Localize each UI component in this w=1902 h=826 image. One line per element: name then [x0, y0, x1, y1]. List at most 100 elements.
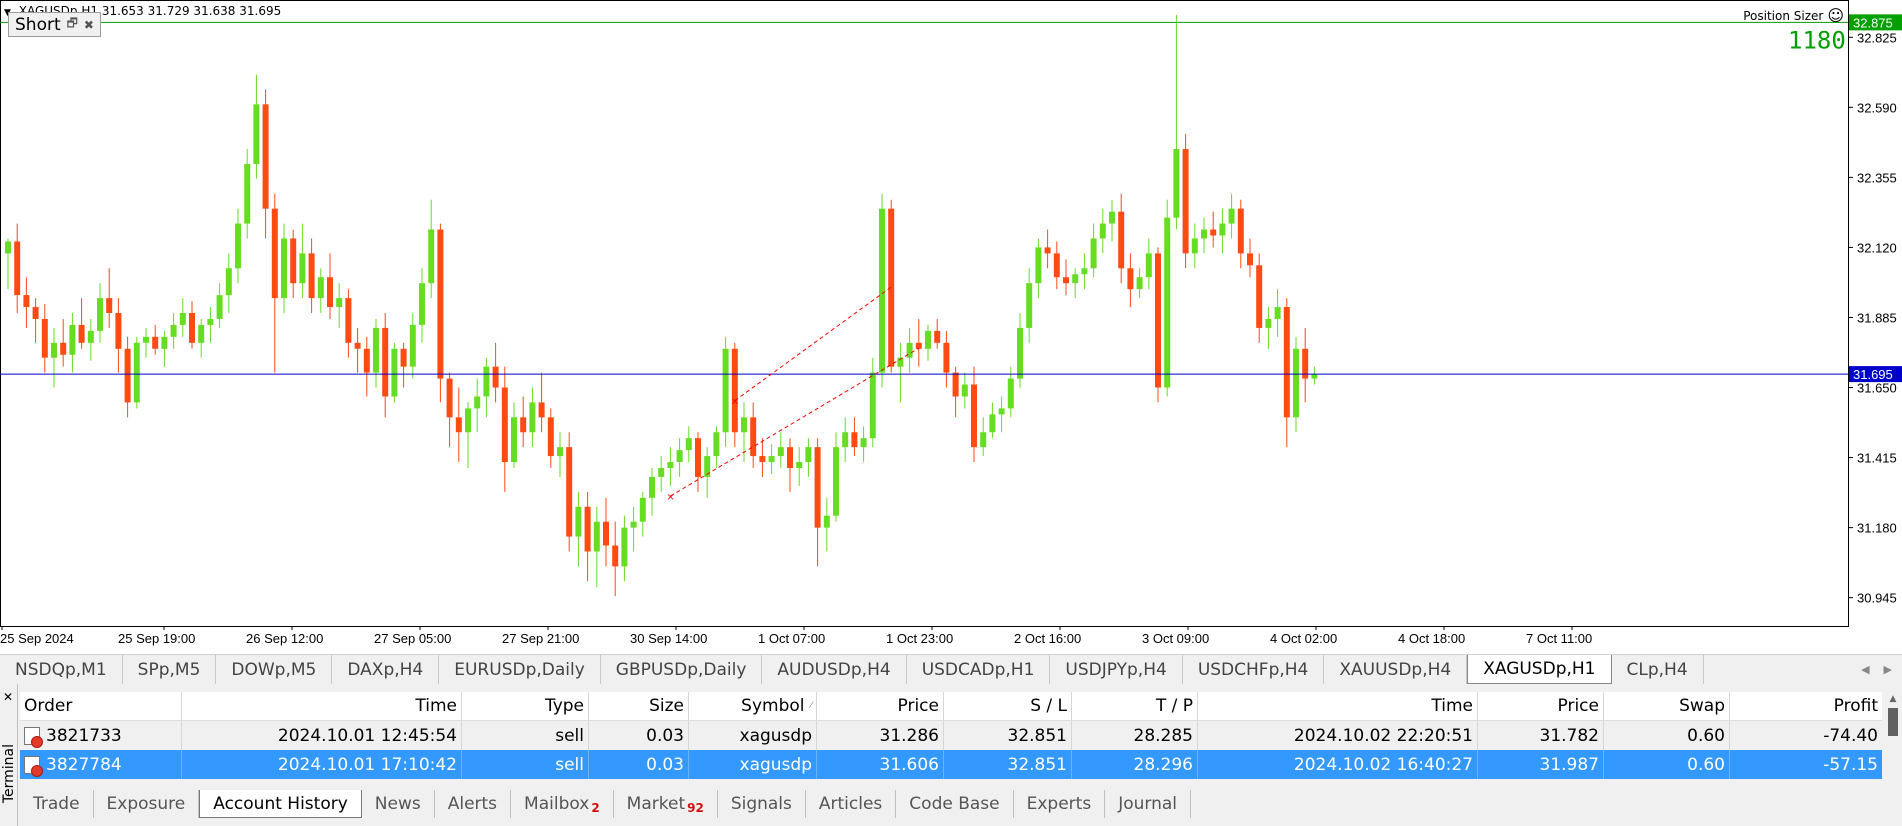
candle-body	[814, 447, 821, 528]
candle-body	[833, 447, 839, 516]
candle-body	[1237, 208, 1244, 254]
scroll-up-icon[interactable]: ▲	[1886, 694, 1900, 704]
column-header[interactable]: Swap	[1604, 692, 1730, 720]
candle-body	[1118, 211, 1125, 269]
symbol-tab[interactable]: DAXp,H4	[332, 655, 440, 684]
candle-body	[971, 384, 977, 448]
symbol-tab[interactable]: SPp,M5	[123, 655, 217, 684]
symbol-tab[interactable]: USDJPYp,H4	[1050, 655, 1183, 684]
terminal-tab[interactable]: Mailbox 2	[511, 790, 614, 818]
candle-body	[97, 298, 103, 331]
candle-body	[143, 336, 149, 343]
candle-body	[262, 104, 269, 209]
time-tick-label: 1 Oct 23:00	[886, 631, 953, 646]
candle-body	[1072, 274, 1079, 284]
table-row[interactable]: 3821733 2024.10.01 12:45:54 sell 0.03 xagusd…	[20, 721, 1882, 750]
symbol-tab[interactable]: NSDQp,M1	[0, 655, 123, 684]
candle-body	[170, 324, 177, 337]
symbol-tab[interactable]: XAGUSDp,H1	[1467, 655, 1612, 684]
terminal-tab[interactable]: Signals	[718, 790, 806, 818]
symbol-tab[interactable]: EURUSDp,Daily	[439, 655, 601, 684]
vertical-scrollbar[interactable]: ▲	[1886, 694, 1900, 768]
terminal-tab[interactable]: Experts	[1014, 790, 1106, 818]
candle-body	[639, 497, 646, 522]
candle-body	[667, 462, 674, 469]
candle-body	[741, 417, 747, 433]
close-icon[interactable]: ✖	[84, 18, 94, 32]
restore-icon[interactable]: 🗗	[67, 14, 78, 35]
candle-body	[69, 324, 76, 355]
candle-body	[1017, 327, 1023, 379]
candle-body	[630, 521, 637, 528]
terminal-tab[interactable]: Exposure	[94, 790, 200, 818]
symbol-tab[interactable]: AUDUSDp,H4	[762, 655, 907, 684]
column-header[interactable]: Size	[589, 692, 689, 720]
terminal-tab[interactable]: Code Base	[896, 790, 1014, 818]
terminal-tab[interactable]: Journal	[1105, 790, 1191, 818]
table-cell: 0.03	[589, 750, 689, 779]
terminal-tab[interactable]: Account History	[199, 790, 362, 818]
scroll-right-icon[interactable]: ▶	[1884, 663, 1892, 676]
column-header[interactable]: Time	[1198, 692, 1478, 720]
candle-body	[575, 506, 582, 537]
column-header[interactable]: S / L	[944, 692, 1072, 720]
table-cell: 31.782	[1478, 721, 1604, 750]
column-header[interactable]: Order	[20, 692, 182, 720]
candle-body	[612, 545, 619, 567]
terminal-tab[interactable]: News	[362, 790, 435, 818]
terminal-close-icon[interactable]: ✕	[3, 690, 13, 704]
position-sizer-text: Position Sizer	[1743, 8, 1824, 23]
candle-body	[253, 104, 260, 164]
column-header[interactable]: Price	[1478, 692, 1604, 720]
table-cell: 31.987	[1478, 750, 1604, 779]
candle-body	[198, 324, 205, 343]
candle-body	[538, 402, 545, 418]
candle-body	[419, 283, 425, 325]
symbol-tab[interactable]: USDCHFp,H4	[1183, 655, 1325, 684]
tab-scroll-arrows: ◀ ▶	[1851, 655, 1902, 684]
candle-body	[446, 378, 453, 418]
candle-body	[805, 447, 812, 463]
table-cell: 2024.10.02 22:20:51	[1198, 721, 1478, 750]
candle-body	[14, 241, 21, 296]
symbol-tab[interactable]: XAUUSDp,H4	[1324, 655, 1468, 684]
column-header[interactable]: Time	[182, 692, 462, 720]
column-header[interactable]: Symbol ⁄	[689, 692, 817, 720]
candle-body	[1099, 223, 1106, 239]
candle-body	[1127, 268, 1134, 290]
candle-body	[759, 456, 766, 463]
time-tick-label: 25 Sep 2024	[0, 631, 74, 646]
terminal-tab[interactable]: Trade	[20, 790, 94, 818]
column-header[interactable]: T / P	[1072, 692, 1198, 720]
symbol-tab[interactable]: USDCADp,H1	[907, 655, 1051, 684]
candle-body	[869, 372, 876, 439]
short-panel[interactable]: Short 🗗 ✖	[8, 12, 101, 37]
candle-body	[1109, 211, 1115, 224]
table-cell: 31.286	[817, 721, 944, 750]
bid-price-badge: 31.695	[1853, 367, 1893, 382]
trade-entry-marker: ×	[666, 492, 674, 503]
scroll-left-icon[interactable]: ◀	[1861, 663, 1869, 676]
symbol-tab[interactable]: CLp,H4	[1612, 655, 1704, 684]
candle-body	[584, 506, 591, 552]
terminal-tab[interactable]: Market 92	[614, 790, 718, 818]
price-chart[interactable]: 1180 × × 32.825 32.590 32.355 32.120 31.885 31.6…	[0, 0, 1902, 654]
symbol-tab[interactable]: GBPUSDp,Daily	[601, 655, 763, 684]
terminal-tabs: Trade Exposure Account History News Alerts Ma…	[20, 790, 1191, 818]
table-cell: sell	[462, 721, 589, 750]
candle-body	[915, 342, 922, 349]
column-header[interactable]: Profit	[1730, 692, 1882, 720]
scroll-thumb[interactable]	[1888, 708, 1898, 736]
chart-area[interactable]: 1180 × × 32.825 32.590 32.355 32.120 31.885 31.6…	[0, 0, 1902, 654]
terminal-tab[interactable]: Alerts	[435, 790, 512, 818]
terminal-tab[interactable]: Articles	[806, 790, 897, 818]
column-header[interactable]: Price	[817, 692, 944, 720]
price-tick-label: 31.415	[1857, 451, 1897, 466]
candle-body	[115, 313, 122, 349]
candle-body	[1145, 253, 1152, 278]
symbol-tab[interactable]: DOWp,M5	[216, 655, 333, 684]
table-row[interactable]: 3827784 2024.10.01 17:10:42 sell 0.03 xagusd…	[20, 750, 1882, 779]
candle-body	[1201, 229, 1207, 239]
candle-body	[943, 342, 950, 373]
column-header[interactable]: Type	[462, 692, 589, 720]
